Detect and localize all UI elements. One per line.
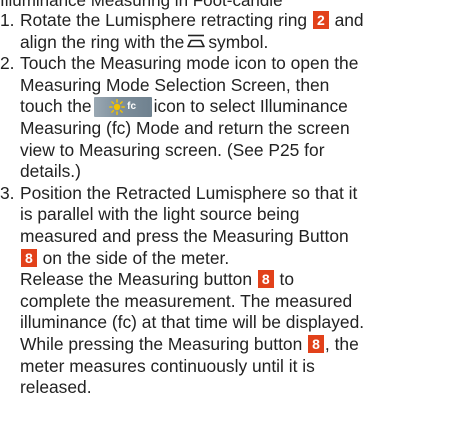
step-3: 3. Position the Retracted Lumisphere so … bbox=[0, 183, 450, 399]
step-text: Release the Measuring button bbox=[20, 269, 253, 290]
step-line: complete the measurement. The measured bbox=[20, 290, 353, 311]
callout-badge: 8 bbox=[257, 270, 274, 289]
step-line: Release the Measuring button 8 to bbox=[20, 269, 450, 291]
step-line: illuminance (fc) at that time will be di… bbox=[20, 312, 365, 333]
step-text: icon to select Illuminance bbox=[153, 96, 348, 117]
step-number: 1. bbox=[0, 10, 15, 30]
step-line: Measuring Mode Selection Screen, then bbox=[20, 74, 330, 95]
fc-label: fc bbox=[127, 101, 137, 113]
step-text: symbol. bbox=[208, 31, 269, 52]
step-line: details.) bbox=[20, 161, 81, 182]
instruction-list: 1. Rotate the Lumisphere retracting ring… bbox=[0, 10, 450, 399]
step-text: While pressing the Measuring button bbox=[20, 333, 303, 354]
step-line: touch the fc icon to select Illuminance bbox=[20, 96, 450, 118]
step-line: released. bbox=[20, 377, 92, 398]
step-text: align the ring with the bbox=[20, 31, 185, 52]
step-text: to bbox=[279, 269, 295, 290]
step-line: While pressing the Measuring button 8, t… bbox=[20, 334, 450, 356]
step-line: Rotate the Lumisphere retracting ring 2 … bbox=[20, 10, 450, 32]
step-text: on the side of the meter. bbox=[42, 247, 230, 268]
step-text: Rotate the Lumisphere retracting ring bbox=[20, 10, 308, 30]
step-line: Measuring (fc) Mode and return the scree… bbox=[20, 117, 350, 138]
callout-badge: 8 bbox=[308, 334, 324, 353]
callout-badge: 2 bbox=[312, 11, 329, 29]
step-line: measured and press the Measuring Button bbox=[20, 225, 349, 246]
step-2: 2. Touch the Measuring mode icon to open… bbox=[0, 53, 450, 183]
step-number: 3. bbox=[0, 182, 15, 203]
step-line: view to Measuring screen. (See P25 for bbox=[20, 139, 325, 160]
retracted-lumisphere-symbol-icon bbox=[187, 34, 206, 47]
step-line: align the ring with the symbol. bbox=[20, 32, 450, 54]
step-text: , the bbox=[324, 333, 359, 354]
step-text: touch the bbox=[20, 96, 92, 117]
step-number: 2. bbox=[0, 53, 15, 74]
step-line: Touch the Measuring mode icon to open th… bbox=[20, 53, 359, 74]
manual-page: Illuminance Measuring in Foot-candle 1. … bbox=[0, 0, 452, 444]
callout-badge: 8 bbox=[21, 248, 37, 267]
step-1: 1. Rotate the Lumisphere retracting ring… bbox=[0, 10, 450, 53]
step-line: 8 on the side of the meter. bbox=[20, 248, 450, 270]
step-text: and bbox=[334, 10, 364, 30]
sun-icon bbox=[109, 99, 126, 116]
step-line: is parallel with the light source being bbox=[20, 204, 300, 225]
illuminance-fc-mode-icon[interactable]: fc bbox=[93, 97, 152, 118]
step-line: Position the Retracted Lumisphere so tha… bbox=[20, 182, 358, 203]
step-line: meter measures continuously until it is bbox=[20, 355, 315, 376]
